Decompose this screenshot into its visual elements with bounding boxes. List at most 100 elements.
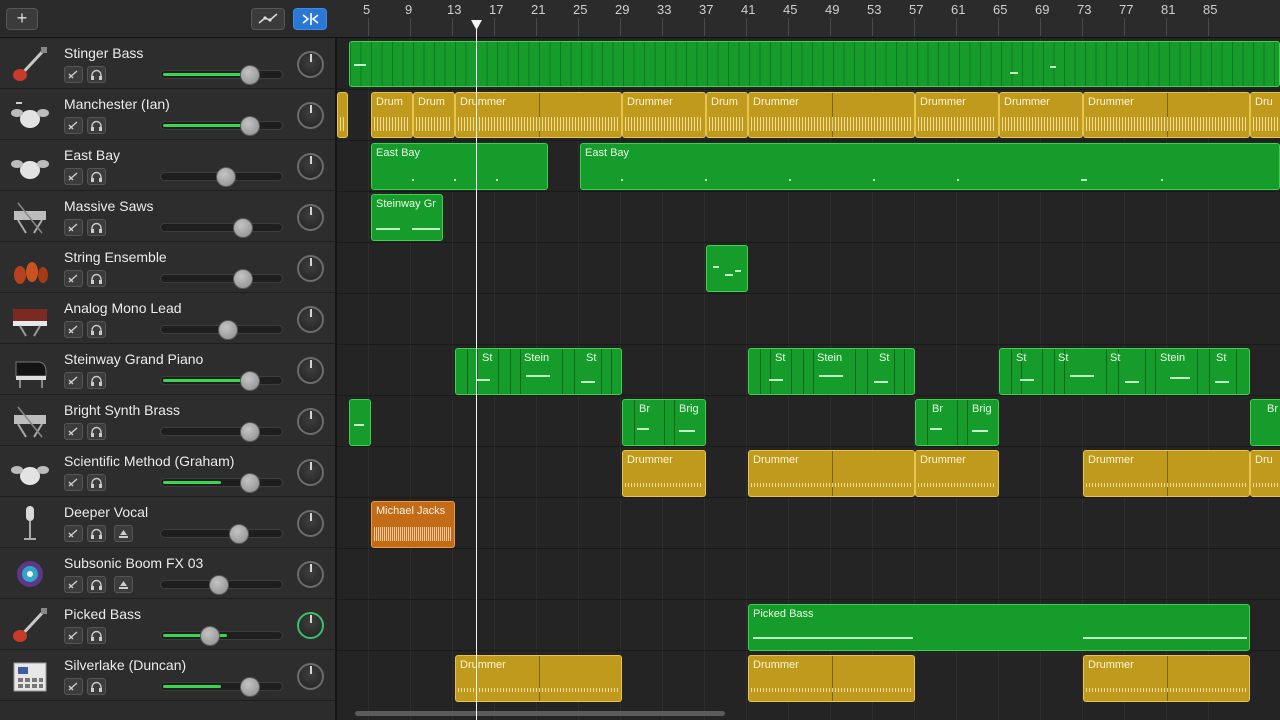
track-header[interactable]: Steinway Grand Piano xyxy=(0,344,335,395)
pan-knob[interactable] xyxy=(297,510,324,537)
pan-knob[interactable] xyxy=(297,357,324,384)
midi-region[interactable]: East Bay xyxy=(371,143,548,190)
mute-button[interactable] xyxy=(64,525,83,542)
track-name[interactable]: Manchester (Ian) xyxy=(64,96,170,112)
pan-knob[interactable] xyxy=(297,459,324,486)
solo-button[interactable] xyxy=(87,678,106,695)
track-header[interactable]: East Bay xyxy=(0,140,335,191)
mute-button[interactable] xyxy=(64,678,83,695)
drummer-region[interactable]: Drummer xyxy=(622,450,706,497)
drummer-region[interactable]: Drummer xyxy=(748,655,915,702)
pan-knob[interactable] xyxy=(297,561,324,588)
volume-slider[interactable] xyxy=(160,269,283,289)
track-name[interactable]: String Ensemble xyxy=(64,249,167,265)
pan-knob[interactable] xyxy=(297,255,324,282)
drummer-region[interactable]: Drummer xyxy=(1083,450,1250,497)
solo-button[interactable] xyxy=(87,270,106,287)
volume-slider[interactable] xyxy=(160,422,283,442)
drummer-region[interactable]: Drummer xyxy=(622,92,706,138)
volume-slider[interactable] xyxy=(160,320,283,340)
mute-button[interactable] xyxy=(64,321,83,338)
mute-button[interactable] xyxy=(64,117,83,134)
mute-button[interactable] xyxy=(64,219,83,236)
drummer-region[interactable]: Drummer xyxy=(1083,655,1250,702)
solo-button[interactable] xyxy=(87,372,106,389)
pan-knob[interactable] xyxy=(297,612,324,639)
drummer-region[interactable]: Drummer xyxy=(748,450,915,497)
pan-knob[interactable] xyxy=(297,408,324,435)
drummer-region[interactable]: Drum xyxy=(413,92,455,138)
midi-region[interactable] xyxy=(349,399,371,446)
track-name[interactable]: Picked Bass xyxy=(64,606,141,622)
solo-button[interactable] xyxy=(87,117,106,134)
midi-region[interactable]: St Stein St xyxy=(455,348,622,395)
volume-slider[interactable] xyxy=(160,677,283,697)
track-header[interactable]: Massive Saws xyxy=(0,191,335,242)
drummer-region[interactable]: Drum xyxy=(706,92,748,138)
track-header[interactable]: Picked Bass xyxy=(0,599,335,650)
volume-slider[interactable] xyxy=(160,626,283,646)
track-header[interactable]: Subsonic Boom FX 03 xyxy=(0,548,335,599)
solo-button[interactable] xyxy=(87,576,106,593)
midi-region[interactable]: Br xyxy=(1250,399,1280,446)
mute-button[interactable] xyxy=(64,423,83,440)
timeline-ruler[interactable]: 5 9 13 17 21 25 29 33 37 41 45 49 53 57 … xyxy=(337,0,1280,38)
mute-button[interactable] xyxy=(64,474,83,491)
automation-button[interactable] xyxy=(251,8,285,30)
drummer-region[interactable]: Dru xyxy=(1250,450,1280,497)
solo-button[interactable] xyxy=(87,66,106,83)
audio-region[interactable]: Michael Jacks xyxy=(371,501,455,548)
add-track-button[interactable]: + xyxy=(6,8,38,30)
drummer-region[interactable] xyxy=(337,92,348,138)
midi-region[interactable]: Br Brig xyxy=(622,399,706,446)
track-name[interactable]: Massive Saws xyxy=(64,198,153,214)
track-header[interactable]: Analog Mono Lead xyxy=(0,293,335,344)
mute-button[interactable] xyxy=(64,66,83,83)
tracks-area[interactable]: Drum Drum Drummer Drummer Drum Drummer D… xyxy=(337,38,1280,720)
mute-button[interactable] xyxy=(64,168,83,185)
mute-button[interactable] xyxy=(64,576,83,593)
track-name[interactable]: Scientific Method (Graham) xyxy=(64,453,234,469)
midi-region[interactable] xyxy=(349,41,1280,87)
mute-button[interactable] xyxy=(64,270,83,287)
pan-knob[interactable] xyxy=(297,102,324,129)
pan-knob[interactable] xyxy=(297,204,324,231)
volume-slider[interactable] xyxy=(160,167,283,187)
track-name[interactable]: Stinger Bass xyxy=(64,45,143,61)
drummer-region[interactable]: Drummer xyxy=(455,92,622,138)
midi-region[interactable] xyxy=(706,245,748,292)
midi-region[interactable]: Br Brig xyxy=(915,399,999,446)
track-header[interactable]: Stinger Bass xyxy=(0,38,335,89)
drummer-region[interactable]: Drummer xyxy=(748,92,915,138)
track-header[interactable]: Scientific Method (Graham) xyxy=(0,446,335,497)
drummer-region[interactable]: Drummer xyxy=(455,655,622,702)
midi-region[interactable]: Steinway Gr xyxy=(371,194,443,241)
mute-button[interactable] xyxy=(64,372,83,389)
volume-slider[interactable] xyxy=(160,371,283,391)
solo-button[interactable] xyxy=(87,423,106,440)
track-header[interactable]: Manchester (Ian) xyxy=(0,89,335,140)
mute-button[interactable] xyxy=(64,627,83,644)
solo-button[interactable] xyxy=(87,219,106,236)
drummer-region[interactable]: Drummer xyxy=(915,450,999,497)
solo-button[interactable] xyxy=(87,168,106,185)
pan-knob[interactable] xyxy=(297,153,324,180)
track-header[interactable]: String Ensemble xyxy=(0,242,335,293)
horizontal-scrollbar[interactable] xyxy=(355,711,725,716)
track-name[interactable]: East Bay xyxy=(64,147,120,163)
midi-region[interactable]: Picked Bass xyxy=(748,604,1250,651)
track-header[interactable]: Deeper Vocal xyxy=(0,497,335,548)
pan-knob[interactable] xyxy=(297,306,324,333)
volume-slider[interactable] xyxy=(160,116,283,136)
track-header[interactable]: Silverlake (Duncan) xyxy=(0,650,335,701)
track-name[interactable]: Silverlake (Duncan) xyxy=(64,657,186,673)
playhead[interactable] xyxy=(476,20,477,720)
volume-slider[interactable] xyxy=(160,218,283,238)
drummer-region[interactable]: Dru xyxy=(1250,92,1280,138)
track-name[interactable]: Deeper Vocal xyxy=(64,504,148,520)
track-name[interactable]: Bright Synth Brass xyxy=(64,402,180,418)
solo-button[interactable] xyxy=(87,525,106,542)
volume-slider[interactable] xyxy=(160,473,283,493)
midi-region[interactable]: East Bay xyxy=(580,143,1280,190)
track-name[interactable]: Analog Mono Lead xyxy=(64,300,182,316)
